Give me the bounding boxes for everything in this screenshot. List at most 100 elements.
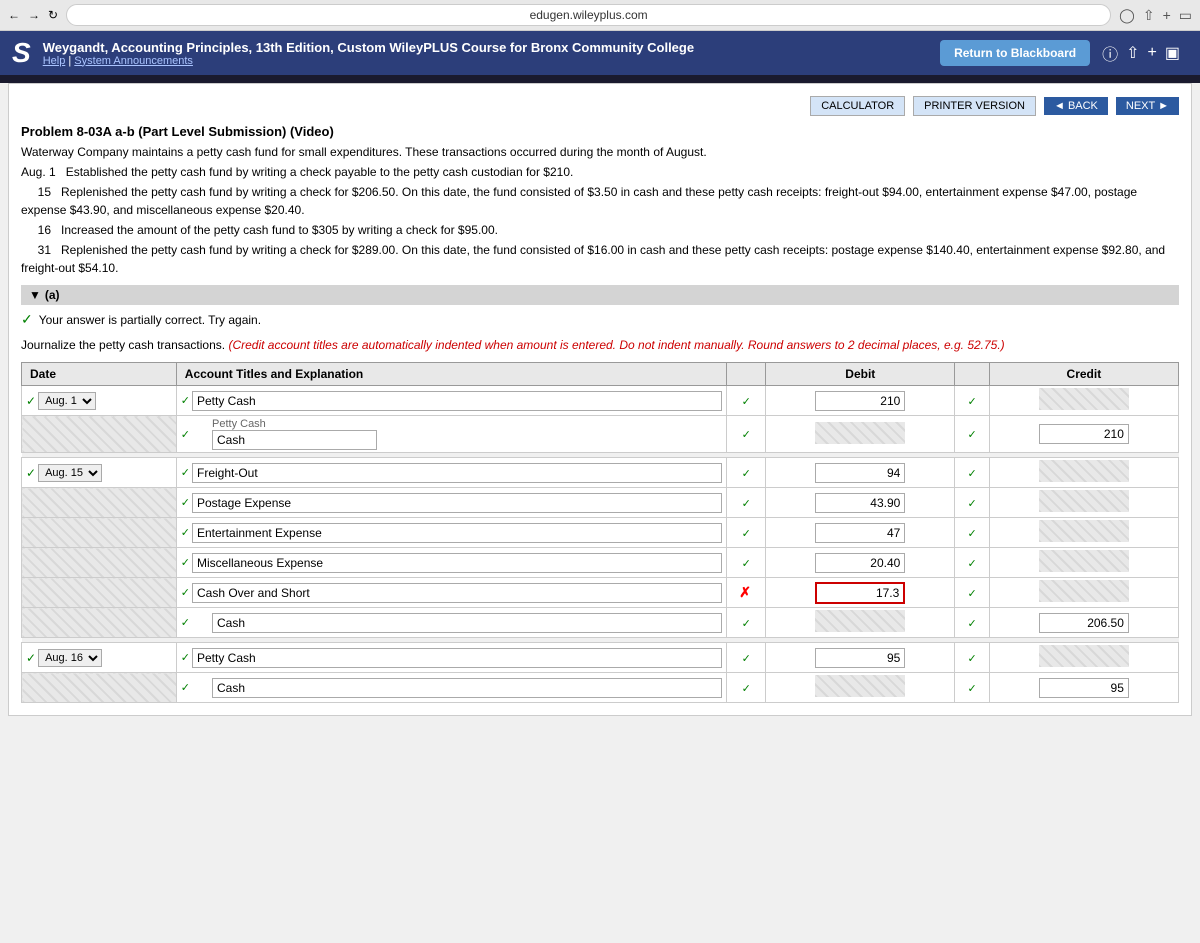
- account-cell: ✓: [176, 578, 726, 608]
- instruction-italic: (Credit account titles are automatically…: [228, 338, 1004, 352]
- indented-label: Petty Cash: [212, 418, 377, 430]
- date-select[interactable]: ✓ Aug. 15: [26, 464, 172, 482]
- date-select[interactable]: ✓ Aug. 16: [26, 649, 172, 667]
- account-cell: ✓: [176, 643, 726, 673]
- account-input-petty-cash[interactable]: [192, 648, 722, 668]
- calculator-button[interactable]: CALCULATOR: [810, 96, 905, 116]
- debit-input[interactable]: [815, 493, 905, 513]
- debit-cell-empty: [766, 673, 955, 703]
- row-check: ✓: [181, 428, 190, 441]
- debit-input[interactable]: [815, 463, 905, 483]
- account-input[interactable]: [192, 391, 722, 411]
- account-input[interactable]: [192, 523, 722, 543]
- check-cell: ✓: [727, 488, 766, 518]
- date-dropdown[interactable]: Aug. 15: [38, 464, 102, 482]
- account-input[interactable]: [192, 493, 722, 513]
- browser-icons: ◯ ⇧ + ▭: [1119, 7, 1192, 24]
- table-row: ✓ ✓ ✓: [22, 518, 1179, 548]
- account-input-cash2[interactable]: [212, 678, 722, 698]
- add-tab-icon[interactable]: +: [1148, 44, 1157, 62]
- row-check: ✓: [181, 394, 190, 407]
- col-check2: [955, 363, 989, 386]
- credit-cell: [989, 386, 1178, 416]
- table-row: ✓ ✓ ✓: [22, 673, 1179, 703]
- debit-cell-empty: [766, 416, 955, 453]
- share-icon[interactable]: ⇧: [1143, 7, 1155, 24]
- row-check: ✓: [26, 394, 36, 408]
- row-check: ✓: [181, 586, 190, 599]
- debit-input[interactable]: [815, 648, 905, 668]
- back-button[interactable]: ◄ BACK: [1044, 97, 1108, 115]
- date-select[interactable]: ✓ Aug. 1: [26, 392, 172, 410]
- account-cell: ✓: [176, 488, 726, 518]
- top-right-icons: ⓘ ⇧ + ▣: [1102, 41, 1188, 65]
- check-cell2: ✓: [955, 518, 989, 548]
- date-cell-empty: [22, 673, 177, 703]
- check-cell: ✗: [727, 578, 766, 608]
- check-cell: ✓: [727, 386, 766, 416]
- date-cell-empty: [22, 488, 177, 518]
- debit-input-error[interactable]: [815, 582, 905, 604]
- window-icon[interactable]: ▣: [1165, 43, 1180, 63]
- address-bar[interactable]: edugen.wileyplus.com: [66, 4, 1111, 26]
- instruction-text: Journalize the petty cash transactions. …: [21, 336, 1179, 354]
- col-credit: Credit: [989, 363, 1178, 386]
- col-date: Date: [22, 363, 177, 386]
- copy-icon[interactable]: ▭: [1179, 7, 1192, 24]
- problem-title: Problem 8-03A a-b (Part Level Submission…: [21, 124, 1179, 139]
- table-row: ✓ Aug. 16 ✓ ✓ ✓: [22, 643, 1179, 673]
- problem-line-1: Waterway Company maintains a petty cash …: [21, 143, 1179, 161]
- row-check: ✓: [181, 651, 190, 664]
- check-cell2: ✓: [955, 643, 989, 673]
- check-cell: ✓: [727, 416, 766, 453]
- return-to-blackboard-button[interactable]: Return to Blackboard: [940, 40, 1090, 66]
- table-row: ✓ ✓ ✓: [22, 608, 1179, 638]
- system-announcements-link[interactable]: System Announcements: [74, 55, 193, 67]
- header-title: Weygandt, Accounting Principles, 13th Ed…: [43, 40, 928, 55]
- credit-cell: [989, 673, 1178, 703]
- debit-input[interactable]: [815, 391, 905, 411]
- check-cell: ✓: [727, 643, 766, 673]
- check-cell: ✓: [727, 548, 766, 578]
- date-cell-empty: [22, 578, 177, 608]
- partial-correct-text: Your answer is partially correct. Try ag…: [39, 313, 261, 327]
- account-input-indented[interactable]: [212, 430, 377, 450]
- check-cell2: ✓: [955, 386, 989, 416]
- date-cell: ✓ Aug. 15: [22, 458, 177, 488]
- info-icon[interactable]: ⓘ: [1102, 41, 1118, 65]
- account-input-cash[interactable]: [212, 613, 722, 633]
- date-cell-empty: [22, 416, 177, 453]
- browser-refresh-icon[interactable]: ↻: [48, 8, 58, 22]
- date-dropdown[interactable]: Aug. 1: [38, 392, 96, 410]
- section-a-header[interactable]: ▼ (a): [21, 285, 1179, 305]
- upload-icon[interactable]: ⇧: [1126, 43, 1139, 63]
- help-link[interactable]: Help: [43, 55, 66, 67]
- credit-cell: [989, 458, 1178, 488]
- plus-icon[interactable]: +: [1163, 7, 1171, 24]
- check-cell2: ✓: [955, 458, 989, 488]
- next-button[interactable]: NEXT ►: [1116, 97, 1179, 115]
- row-check: ✓: [181, 616, 190, 629]
- account-cell: ✓: [176, 458, 726, 488]
- printer-version-button[interactable]: PRINTER VERSION: [913, 96, 1036, 116]
- instruction-main: Journalize the petty cash transactions.: [21, 338, 225, 352]
- browser-back-icon[interactable]: ←: [8, 8, 20, 22]
- browser-forward-icon[interactable]: →: [28, 8, 40, 22]
- account-input[interactable]: [192, 463, 722, 483]
- debit-input[interactable]: [815, 553, 905, 573]
- credit-input[interactable]: [1039, 424, 1129, 444]
- col-account: Account Titles and Explanation: [176, 363, 726, 386]
- account-input-cash-over-short[interactable]: [192, 583, 722, 603]
- row-check: ✓: [181, 681, 190, 694]
- credit-cell: [989, 608, 1178, 638]
- credit-input2[interactable]: [1039, 678, 1129, 698]
- account-cell-indented: ✓ Petty Cash: [176, 416, 726, 453]
- credit-input[interactable]: [1039, 613, 1129, 633]
- debit-input[interactable]: [815, 523, 905, 543]
- date-dropdown[interactable]: Aug. 16: [38, 649, 102, 667]
- wiley-logo: S: [12, 37, 31, 69]
- problem-line-5: 31 Replenished the petty cash fund by wr…: [21, 241, 1179, 277]
- date-cell: ✓ Aug. 1: [22, 386, 177, 416]
- account-input[interactable]: [192, 553, 722, 573]
- error-x-icon: ✗: [739, 584, 751, 600]
